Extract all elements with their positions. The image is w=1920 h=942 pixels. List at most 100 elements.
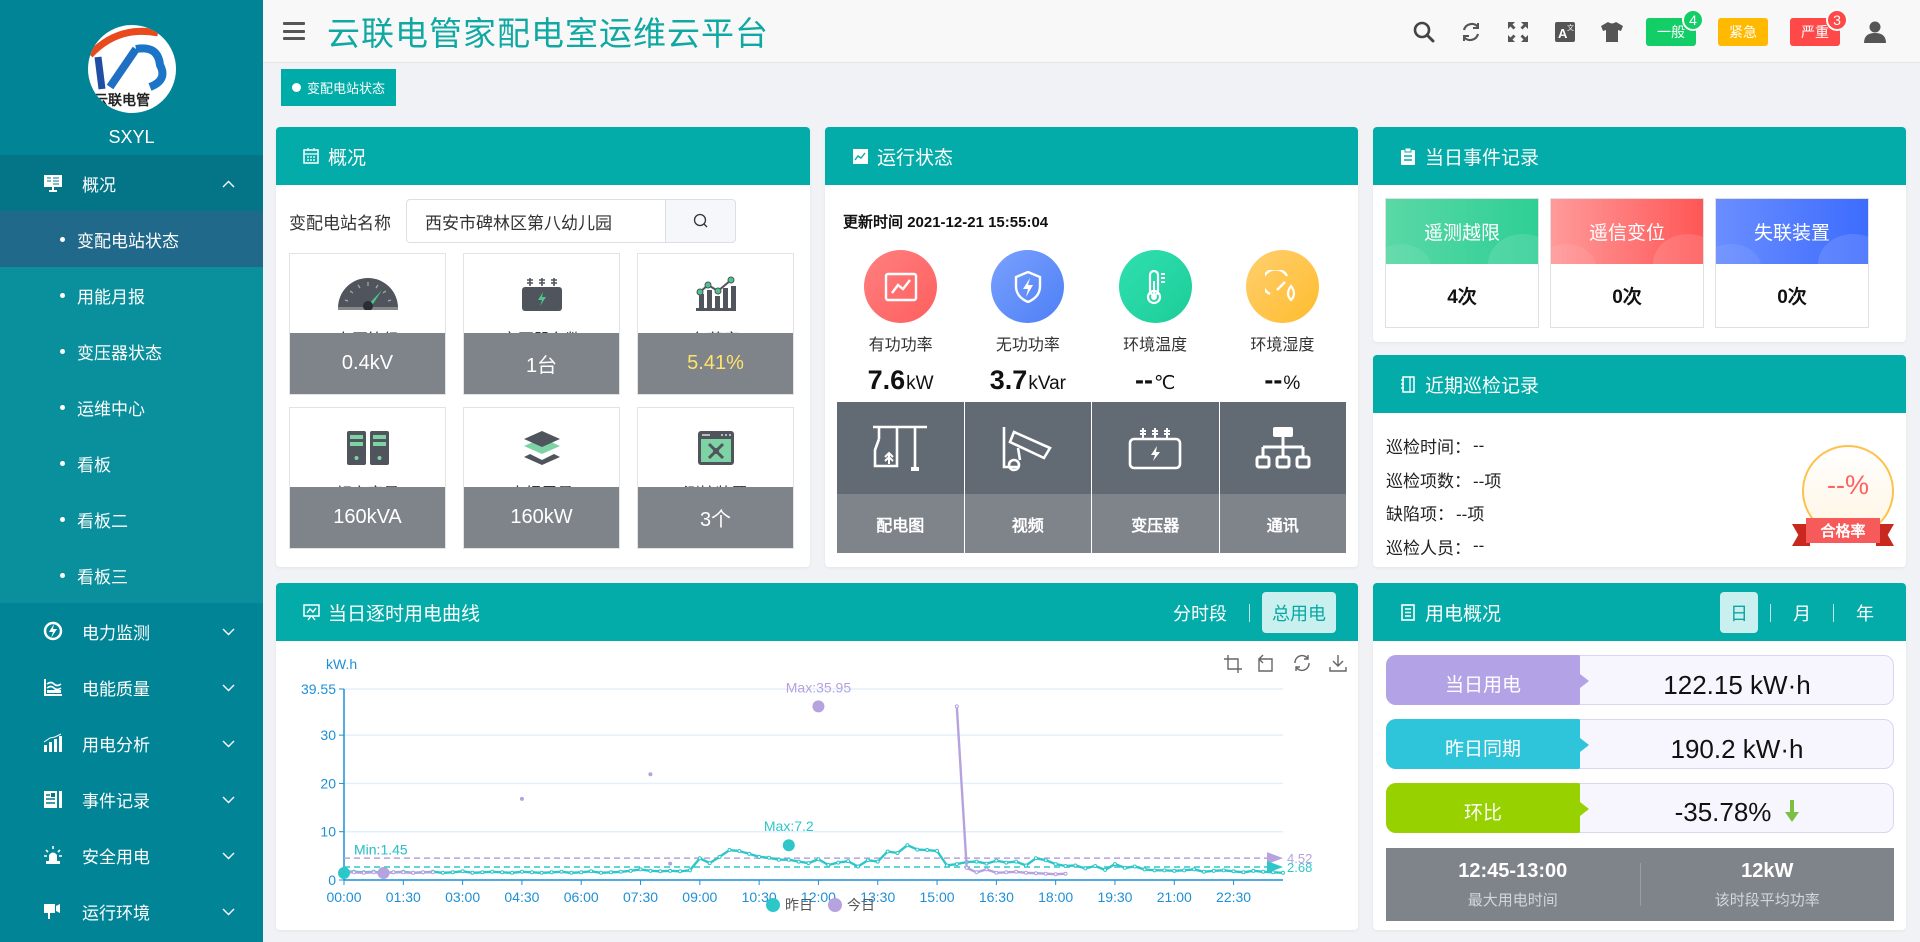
data-point (776, 857, 781, 862)
period-tab-1[interactable]: 月 (1783, 592, 1821, 633)
run-metric-1: 无功功率 3.7 kVar (964, 250, 1091, 396)
quick-link-label: 变压器 (1092, 494, 1219, 553)
peak-stat-1: 12kW 该时段平均功率 (1641, 848, 1895, 921)
card-title: 当日事件记录 (1425, 147, 1540, 169)
fullscreen-icon[interactable] (1494, 0, 1541, 63)
separator (1833, 603, 1834, 622)
document-icon (1399, 603, 1417, 621)
data-point (727, 848, 732, 853)
data-point (816, 857, 821, 862)
user-avatar-icon[interactable] (1851, 0, 1898, 63)
quick-link-1[interactable]: 视频 (964, 402, 1091, 553)
event-counter-2[interactable]: 失联装置 0次 (1715, 198, 1869, 328)
menu-toggle-icon[interactable] (283, 22, 305, 40)
notebook-icon (1399, 375, 1417, 393)
power-stat-value: 122.15 kW·h (1663, 669, 1811, 700)
data-point (608, 870, 613, 875)
quick-link-0[interactable]: 配电图 (837, 402, 964, 553)
card-title: 运行状态 (877, 147, 954, 169)
transformer-icon (464, 276, 619, 312)
station-name-label: 变配电站名称 (289, 213, 391, 233)
data-point (717, 854, 722, 859)
quick-link-3[interactable]: 通讯 (1219, 402, 1346, 553)
download-icon[interactable] (1329, 655, 1347, 672)
data-point (1281, 870, 1285, 875)
sidebar-subitem-6[interactable]: 看板三 (0, 547, 263, 603)
sidebar-subitem-label: 运维中心 (77, 399, 145, 419)
sidebar-group-1[interactable]: 电力监测 (0, 603, 263, 659)
sidebar-group-6[interactable]: 运行环境 (0, 883, 263, 939)
cctv-icon (964, 402, 1091, 494)
data-point (1261, 869, 1266, 874)
camera-icon (42, 900, 64, 922)
gauge-icon (290, 276, 445, 310)
sidebar-group-4[interactable]: 事件记录 (0, 771, 263, 827)
overview-card: 概况 变配电站名称 西安市碑林区第八幼儿园 电压等级0.4kV变压器台数1台负荷… (276, 127, 810, 567)
metric-value: --% (1264, 365, 1301, 395)
sidebar-group-5[interactable]: 安全用电 (0, 827, 263, 883)
sidebar-group-3[interactable]: 用电分析 (0, 715, 263, 771)
restore-icon[interactable] (1294, 654, 1310, 672)
data-point (579, 870, 584, 875)
sidebar-subitem-5[interactable]: 看板二 (0, 491, 263, 547)
clipboard-icon (1399, 147, 1417, 165)
marker-label: Min:1.45 (354, 841, 408, 857)
station-name-input[interactable]: 西安市碑林区第八幼儿园 (406, 199, 666, 243)
translate-icon[interactable]: A文 (1541, 0, 1588, 63)
period-tab-0[interactable]: 日 (1720, 592, 1758, 633)
device-window-icon (638, 430, 793, 466)
marker-label: Max:7.2 (764, 818, 814, 834)
x-tick-label: 09:00 (682, 889, 717, 905)
x-tick-label: 18:00 (1038, 889, 1073, 905)
data-point (1004, 860, 1009, 865)
metric-value: 3.7 kVar (989, 365, 1066, 395)
wave-chart-icon (42, 676, 64, 698)
card-title: 用电概况 (1425, 603, 1502, 625)
sidebar-subitem-1[interactable]: 用能月报 (0, 267, 263, 323)
card-title: 近期巡检记录 (1425, 375, 1540, 397)
data-point (1043, 858, 1048, 863)
sidebar-group-0[interactable]: 概况 (0, 155, 263, 211)
alarm-level-button-1[interactable]: 紧急 (1718, 17, 1768, 46)
period-tab-2[interactable]: 年 (1846, 592, 1884, 633)
tag-station-status[interactable]: 变配电站状态 (281, 69, 397, 106)
station-search-button[interactable] (666, 199, 736, 243)
refresh-icon[interactable] (1447, 0, 1494, 63)
x-tick-label: 19:30 (1097, 889, 1132, 905)
event-counter-0[interactable]: 遥测越限 4次 (1385, 198, 1539, 328)
data-point (885, 849, 890, 854)
chart-mode-tab-1[interactable]: 总用电 (1262, 592, 1336, 633)
patrol-value: --项 (1473, 471, 1502, 491)
alarm-level-button-0[interactable]: 一般 4 (1646, 8, 1704, 46)
chart-mode-tab-0[interactable]: 分时段 (1163, 592, 1237, 633)
event-counter-1[interactable]: 遥信变位 0次 (1550, 198, 1704, 328)
alarm-count-badge: 3 (1826, 8, 1848, 31)
sidebar-group-2[interactable]: 电能质量 (0, 659, 263, 715)
marker-max (812, 700, 825, 713)
sidebar-subitem-2[interactable]: 变压器状态 (0, 323, 263, 379)
sidebar-subitem-label: 变压器状态 (77, 343, 162, 363)
data-point (411, 870, 416, 875)
power-stat-value: -35.78% (1581, 787, 1893, 830)
search-icon[interactable] (1400, 0, 1447, 63)
sidebar-subitem-4[interactable]: 看板 (0, 435, 263, 491)
sidebar-group-label: 用电分析 (82, 735, 150, 755)
data-point (539, 870, 544, 875)
power-stat-row-0: 当日用电 122.15 kW·h (1386, 655, 1894, 705)
sidebar-subitem-0[interactable]: 变配电站状态 (0, 211, 263, 267)
chart-board-icon (302, 603, 320, 621)
data-point (1152, 868, 1157, 873)
trend-bar-icon (638, 276, 793, 312)
data-point (351, 870, 356, 875)
peak-stat-label: 最大用电时间 (1467, 891, 1558, 909)
data-point (450, 870, 455, 875)
quick-link-2[interactable]: 变压器 (1092, 402, 1219, 553)
sidebar-subitem-3[interactable]: 运维中心 (0, 379, 263, 435)
data-point (1132, 864, 1137, 869)
zoom-select-icon[interactable] (1224, 655, 1242, 673)
zoom-reset-icon[interactable] (1258, 654, 1273, 672)
alarm-level-label: 紧急 (1729, 23, 1757, 40)
patrol-label: 巡检项数： (1386, 471, 1471, 491)
theme-shirt-icon[interactable] (1588, 0, 1635, 63)
alarm-level-button-2[interactable]: 严重 3 (1790, 8, 1848, 46)
